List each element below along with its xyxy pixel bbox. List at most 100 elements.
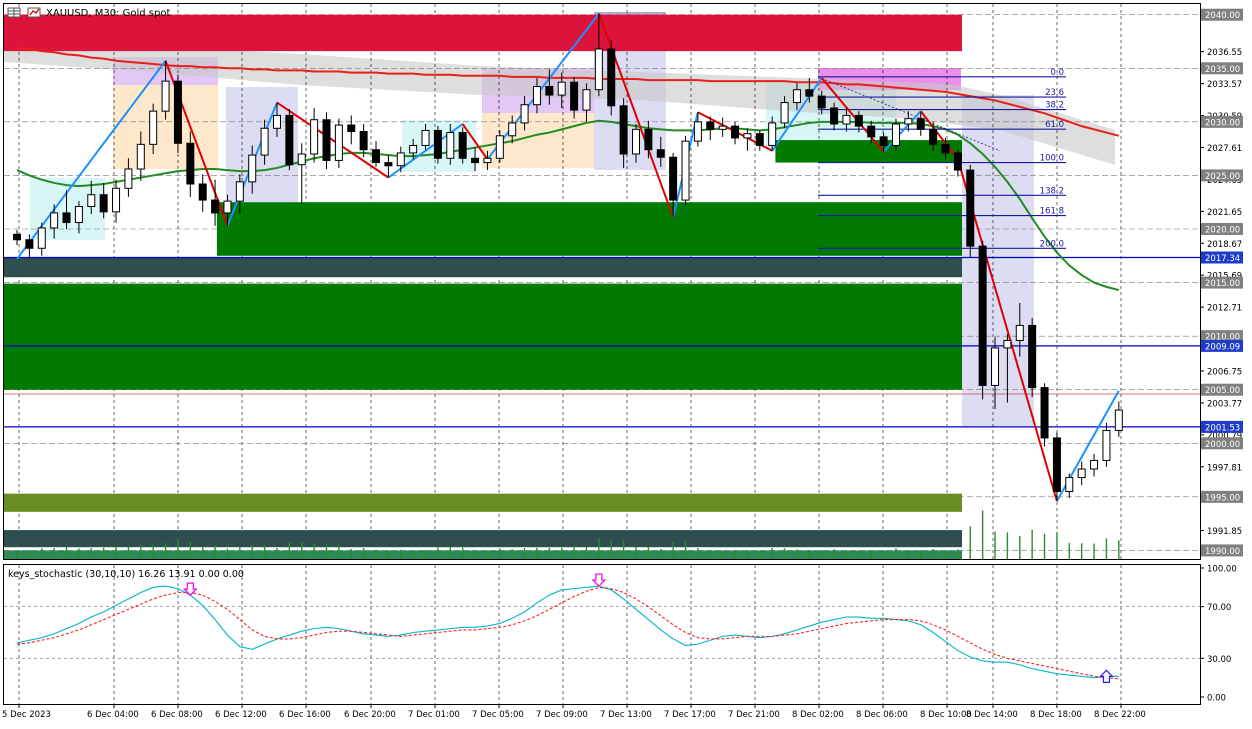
time-axis-label: 6 Dec 08:00 bbox=[151, 710, 203, 720]
price-tag-label: 2025.00 bbox=[1205, 172, 1240, 182]
oscillator-axis-label: 0.00 bbox=[1207, 694, 1226, 704]
time-axis-label: 7 Dec 21:00 bbox=[728, 710, 780, 720]
price-tag-label: 2035.00 bbox=[1205, 65, 1240, 75]
candle-body bbox=[483, 157, 492, 164]
time-axis-label: 6 Dec 16:00 bbox=[279, 710, 331, 720]
candle-body bbox=[842, 114, 851, 125]
candle-body bbox=[446, 132, 455, 159]
candle-body bbox=[433, 129, 442, 159]
candle-body bbox=[1028, 324, 1037, 389]
price-axis-label: 2006.75 bbox=[1207, 367, 1242, 377]
candle-body bbox=[780, 102, 789, 124]
price-chart[interactable]: 0.0 23.6 38.2 61.0 100.0 138.2 161.8 200.0 2040… bbox=[0, 0, 1252, 725]
candle-body bbox=[112, 187, 121, 213]
time-axis-label: 8 Dec 06:00 bbox=[856, 710, 908, 720]
candle-body bbox=[1077, 468, 1086, 479]
candle-body bbox=[508, 122, 517, 137]
candle-body bbox=[966, 169, 975, 247]
candle-body bbox=[916, 118, 925, 130]
candle-body bbox=[830, 107, 839, 125]
candle-body bbox=[495, 135, 504, 159]
price-tag-label: 2005.00 bbox=[1205, 386, 1240, 396]
candle-body bbox=[235, 181, 244, 202]
fib-level-label: 161.8 bbox=[1040, 207, 1064, 217]
time-axis-label: 8 Dec 02:00 bbox=[792, 710, 844, 720]
supply-demand-zone bbox=[4, 257, 962, 278]
candle-body bbox=[557, 81, 566, 96]
candle-body bbox=[706, 121, 715, 130]
price-tag-label: 2030.00 bbox=[1205, 118, 1240, 128]
candle-body bbox=[929, 128, 938, 145]
candle-body bbox=[693, 121, 702, 142]
candle-body bbox=[1052, 437, 1061, 492]
candle-body bbox=[334, 124, 343, 161]
price-axis-label: 2012.71 bbox=[1207, 304, 1242, 314]
time-axis-label: 5 Dec 2023 bbox=[2, 710, 51, 720]
price-axis-label: 2033.57 bbox=[1207, 80, 1242, 90]
symbol-header: XAUUSD, M30: Gold spot bbox=[7, 7, 170, 19]
price-tag-label: 2009.09 bbox=[1205, 342, 1240, 352]
time-axis-label: 8 Dec 10:00 bbox=[920, 710, 972, 720]
candle-body bbox=[619, 105, 628, 155]
candle-body bbox=[1040, 387, 1049, 439]
candle-body bbox=[1015, 324, 1024, 341]
oscillator-title: keys_stochastic (30,10,10) 16.26 13.91 0… bbox=[8, 569, 244, 580]
candle-body bbox=[223, 200, 232, 214]
supply-demand-zone bbox=[4, 530, 962, 548]
candle-body bbox=[13, 233, 21, 241]
candle-body bbox=[792, 89, 801, 104]
fib-level-label: 23.6 bbox=[1045, 88, 1064, 98]
candle-body bbox=[743, 133, 752, 139]
chart-window: 0.0 23.6 38.2 61.0 100.0 138.2 161.8 200.0 2040… bbox=[0, 0, 1252, 725]
candle-body bbox=[149, 110, 158, 145]
candle-body bbox=[681, 140, 690, 201]
candle-body bbox=[359, 131, 368, 151]
candle-body bbox=[322, 119, 331, 161]
time-axis-label: 7 Dec 05:00 bbox=[472, 710, 524, 720]
candle-body bbox=[532, 86, 541, 106]
price-tag-label: 2000.00 bbox=[1205, 440, 1240, 450]
candle-body bbox=[1114, 409, 1123, 431]
price-tag-label: 2040.00 bbox=[1205, 11, 1240, 21]
candle-body bbox=[607, 48, 616, 107]
candle-body bbox=[372, 149, 381, 164]
candle-body bbox=[25, 239, 34, 249]
time-axis-label: 6 Dec 20:00 bbox=[344, 710, 396, 720]
time-axis-label: 6 Dec 12:00 bbox=[215, 710, 267, 720]
candle-body bbox=[570, 81, 579, 111]
candle-body bbox=[941, 143, 950, 154]
candle-body bbox=[87, 194, 96, 207]
symbol-title: XAUUSD, M30: Gold spot bbox=[46, 8, 170, 19]
candle-body bbox=[136, 143, 145, 170]
price-axis-label: 2027.61 bbox=[1207, 144, 1242, 154]
candle-body bbox=[1065, 477, 1074, 493]
candle-body bbox=[594, 48, 603, 91]
candle-body bbox=[198, 183, 207, 201]
supply-demand-zone bbox=[4, 493, 962, 512]
candle-body bbox=[755, 133, 764, 146]
candle-body bbox=[545, 86, 554, 96]
price-tag-label: 2020.00 bbox=[1205, 226, 1240, 236]
fib-level-label: 61.0 bbox=[1045, 120, 1064, 130]
oscillator-axis-label: 30.00 bbox=[1207, 655, 1231, 665]
time-axis-label: 8 Dec 18:00 bbox=[1030, 710, 1082, 720]
time-axis-label: 7 Dec 09:00 bbox=[536, 710, 588, 720]
candle-body bbox=[817, 95, 826, 109]
candle-body bbox=[285, 114, 294, 166]
supply-demand-zone bbox=[4, 14, 962, 52]
candle-body bbox=[879, 136, 888, 146]
time-axis-label: 7 Dec 13:00 bbox=[600, 710, 652, 720]
fib-level-label: 38.2 bbox=[1045, 101, 1064, 111]
candle-body bbox=[669, 156, 678, 201]
candle-body bbox=[421, 129, 430, 146]
candle-body bbox=[458, 132, 467, 159]
oscillator-axis-label: 100.00 bbox=[1207, 565, 1237, 575]
candle-body bbox=[248, 154, 257, 183]
candle-body bbox=[991, 347, 1000, 386]
candle-body bbox=[272, 114, 281, 129]
supply-demand-zone bbox=[4, 283, 962, 390]
candle-body bbox=[768, 122, 777, 146]
candle-body bbox=[310, 119, 319, 155]
candle-body bbox=[260, 127, 269, 156]
price-tag-label: 2015.00 bbox=[1205, 279, 1240, 289]
